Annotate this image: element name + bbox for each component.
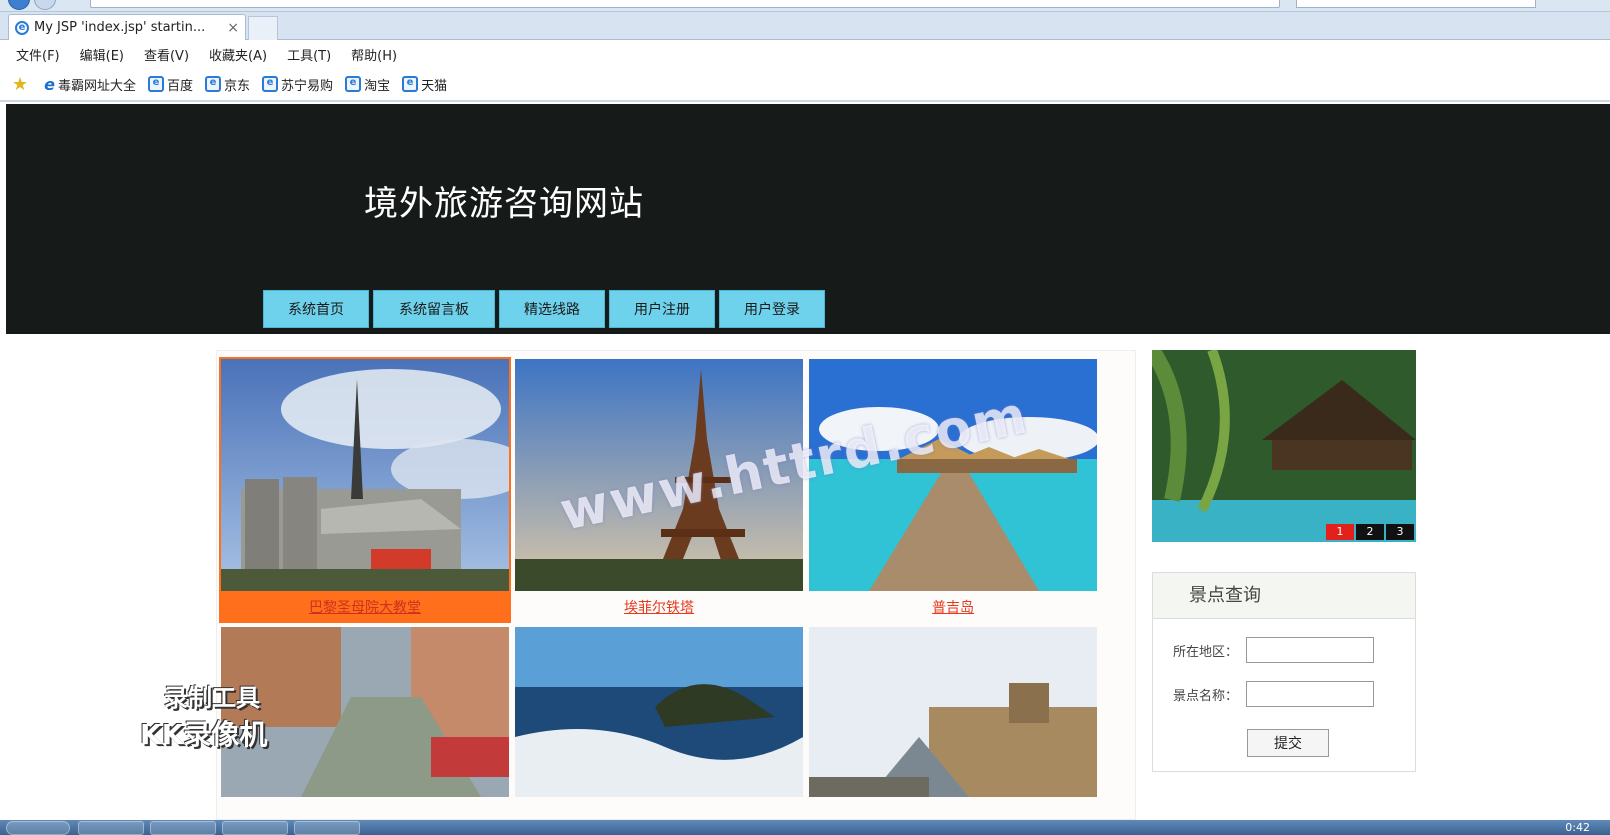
menu-file[interactable]: 文件(F) [16,45,60,64]
ie-icon: e [44,74,55,94]
favorites-bar: ★ e 毒霸网址大全 e 百度 e 京东 e 苏宁易购 e 淘宝 e 天猫 [0,68,1610,102]
new-tab-button[interactable] [248,16,278,40]
attraction-tile[interactable] [515,627,803,797]
address-bar[interactable] [90,0,1280,8]
region-label: 所在地区： [1173,644,1239,660]
menu-help[interactable]: 帮助(H) [351,45,397,64]
main-nav: 系统首页 系统留言板 精选线路 用户注册 用户登录 [263,290,825,328]
menu-edit[interactable]: 编辑(E) [80,45,124,64]
attraction-caption[interactable]: 普吉岛 [809,597,1097,617]
start-button[interactable] [6,821,70,835]
favorites-star-icon[interactable]: ★ [12,74,28,95]
image-slider: 1 2 3 [1152,350,1416,542]
nav-featured-routes[interactable]: 精选线路 [499,290,605,328]
browser-toolbar [0,0,1610,12]
attraction-search-panel: 景点查询 所在地区： 景点名称： 提交 [1152,572,1416,772]
page-icon: e [148,76,165,92]
nav-message-board[interactable]: 系统留言板 [373,290,495,328]
nav-login[interactable]: 用户登录 [719,290,825,328]
favorite-duba[interactable]: e 毒霸网址大全 [44,75,136,94]
louvre-image [809,627,1097,797]
recorder-watermark: 录制工具 KK录像机 [140,678,267,753]
taskbar-ie[interactable] [222,821,288,835]
slider-pager: 1 2 3 [1326,524,1414,540]
region-input[interactable] [1246,637,1375,663]
back-button[interactable] [8,0,30,10]
favorite-jd[interactable]: e 京东 [205,75,250,94]
notre-dame-image [221,359,509,591]
favorite-taobao[interactable]: e 淘宝 [345,75,390,94]
attraction-caption[interactable]: 埃菲尔铁塔 [515,597,803,617]
taskbar-app[interactable] [294,821,360,835]
favorite-baidu[interactable]: e 百度 [148,75,193,94]
recorder-line-1: 录制工具 [164,684,260,712]
clock: 0:42 [1565,821,1590,834]
os-taskbar: 0:42 [0,820,1610,835]
menu-view[interactable]: 查看(V) [144,45,189,64]
submit-button[interactable]: 提交 [1247,729,1329,757]
slider-page-3[interactable]: 3 [1386,524,1414,540]
region-row: 所在地区： [1173,637,1375,663]
taskbar-app[interactable] [78,821,144,835]
attraction-tile[interactable]: 巴黎圣母院大教堂 [219,357,511,623]
forward-button[interactable] [34,0,56,10]
name-row: 景点名称： [1173,681,1375,707]
search-panel-title: 景点查询 [1153,573,1415,619]
menu-favorites[interactable]: 收藏夹(A) [209,45,267,64]
menu-tools[interactable]: 工具(T) [287,45,331,64]
page-icon: e [402,76,419,92]
taskbar-app[interactable] [150,821,216,835]
page-icon: e [262,76,279,92]
attraction-name-label: 景点名称： [1173,688,1239,704]
favorite-suning[interactable]: e 苏宁易购 [262,75,333,94]
ie-icon: e [15,20,29,35]
close-tab-icon[interactable]: × [227,20,239,36]
browser-search-box[interactable] [1296,0,1536,8]
favorite-tmall[interactable]: e 天猫 [402,75,447,94]
recorder-line-2: KK录像机 [140,718,268,751]
nav-home[interactable]: 系统首页 [263,290,369,328]
menu-bar: 文件(F) 编辑(E) 查看(V) 收藏夹(A) 工具(T) 帮助(H) [0,40,1610,68]
coast-image [515,627,803,797]
browser-tab[interactable]: e My JSP 'index.jsp' startin... × [8,14,246,40]
page-icon: e [205,76,222,92]
site-header: 境外旅游咨询网站 系统首页 系统留言板 精选线路 用户注册 用户登录 [6,104,1610,334]
slider-page-2[interactable]: 2 [1356,524,1384,540]
page-icon: e [345,76,362,92]
resort-image [1152,350,1416,542]
tab-strip: e My JSP 'index.jsp' startin... × [0,12,1610,40]
slider-page-1[interactable]: 1 [1326,524,1354,540]
attraction-caption[interactable]: 巴黎圣母院大教堂 [219,597,511,617]
tab-title: My JSP 'index.jsp' startin... [34,20,206,35]
nav-register[interactable]: 用户注册 [609,290,715,328]
attraction-name-input[interactable] [1246,681,1375,707]
attraction-tile[interactable] [809,627,1097,797]
site-title: 境外旅游咨询网站 [364,184,644,224]
